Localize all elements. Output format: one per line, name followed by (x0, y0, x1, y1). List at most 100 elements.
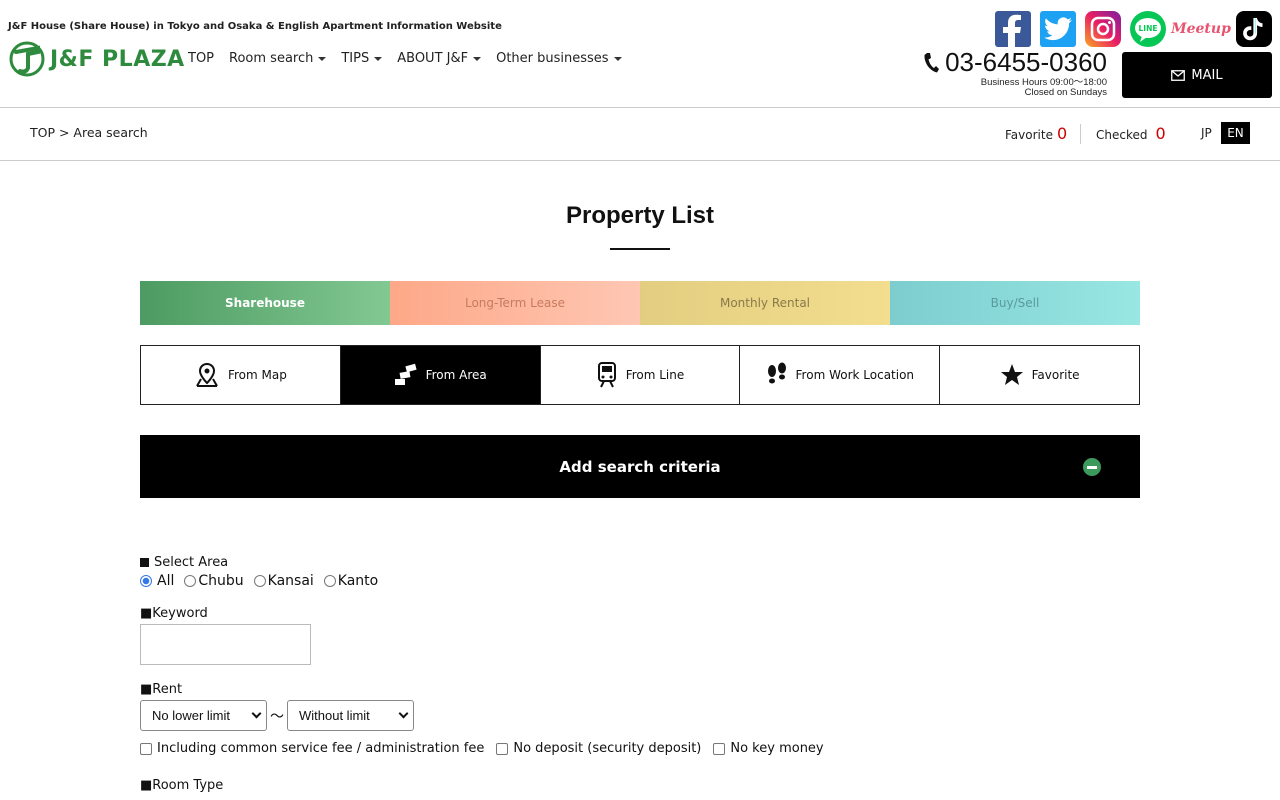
meetup-text: Meetup (1171, 21, 1231, 37)
breadcrumb[interactable]: TOP > Area search (30, 125, 148, 140)
area-blocks-icon (394, 363, 417, 385)
radio-area-all[interactable]: All (140, 573, 174, 589)
phone-number[interactable]: 03-6455-0360 (923, 47, 1107, 78)
checked-counter[interactable]: Checked 0 (1096, 124, 1166, 143)
tab-sharehouse[interactable]: Sharehouse (140, 281, 390, 325)
select-value: Without limit (299, 708, 370, 723)
nav-label: TIPS (341, 51, 370, 66)
meetup-icon[interactable]: Meetup (1171, 11, 1231, 47)
rent-min-select[interactable]: No lower limit (140, 700, 267, 731)
nav-item-top[interactable]: TOP (188, 51, 214, 66)
nav-item-other-businesses[interactable]: Other businesses (496, 51, 622, 66)
map-pin-icon (196, 362, 218, 387)
chevron-down-icon (251, 708, 262, 719)
rent-max-select[interactable]: Without limit (287, 700, 414, 731)
tab-label: From Work Location (795, 368, 915, 382)
tab-label: From Area (425, 368, 487, 382)
tab-label: From Line (625, 368, 685, 382)
radio-label: All (157, 573, 175, 589)
keyword-input[interactable] (140, 624, 311, 665)
radio-area-kanto[interactable]: Kanto (323, 573, 379, 589)
star-icon (1000, 364, 1023, 385)
lang-en-button[interactable]: EN (1221, 122, 1250, 144)
radio-area-kansai[interactable]: Kansai (253, 573, 314, 589)
phone-icon (924, 52, 940, 72)
add-search-criteria-toggle[interactable]: Add search criteria (140, 435, 1140, 498)
select-value: No lower limit (152, 708, 231, 723)
instagram-icon[interactable] (1085, 11, 1121, 47)
favorite-counter[interactable]: Favorite 0 (1005, 124, 1067, 143)
nav-item-about[interactable]: ABOUT J&F (397, 51, 482, 66)
nav-item-tips[interactable]: TIPS (341, 51, 383, 66)
favorite-count: 0 (1056, 124, 1068, 143)
area-label-text: Select Area (154, 555, 229, 570)
closed-days: Closed on Sundays (1024, 87, 1107, 98)
radio-area-chubu[interactable]: Chubu (184, 573, 244, 589)
nav-label: TOP (188, 51, 215, 66)
search-form: Select Area All Chubu Kansai Kanto ■Keyw… (140, 555, 836, 793)
criteria-label: Add search criteria (559, 457, 721, 476)
radio-label: Chubu (198, 573, 244, 589)
rent-options: Including common service fee / administr… (140, 741, 836, 756)
range-separator: ～ (270, 708, 284, 725)
logo-text: J&F PLAZA (50, 46, 185, 72)
social-links: LINE Meetup (995, 11, 1272, 47)
tab-monthly-rental[interactable]: Monthly Rental (640, 281, 890, 325)
tab-label: From Map (227, 368, 287, 382)
caret-down-icon (318, 56, 327, 61)
twitter-icon[interactable] (1040, 11, 1076, 47)
checkbox[interactable] (140, 742, 152, 755)
keyword-label: ■Keyword (140, 606, 208, 621)
sub-bar: TOP > Area search Favorite 0 Checked 0 J… (0, 107, 1280, 161)
radio-button[interactable] (323, 575, 336, 587)
title-underline (610, 248, 670, 250)
caret-down-icon (613, 56, 622, 61)
select-area-label: Select Area (140, 555, 836, 570)
check-no-deposit[interactable]: No deposit (security deposit) (496, 741, 701, 756)
checkbox[interactable] (496, 742, 509, 755)
tab-from-area[interactable]: From Area (340, 346, 541, 404)
radio-button[interactable] (140, 575, 152, 587)
tab-long-term-lease[interactable]: Long-Term Lease (390, 281, 640, 325)
tab-favorite[interactable]: Favorite (940, 346, 1139, 404)
favorite-label: Favorite (1005, 128, 1053, 142)
tiktok-icon[interactable] (1236, 11, 1272, 47)
check-include-fee[interactable]: Including common service fee / administr… (140, 741, 484, 756)
tab-buy-sell[interactable]: Buy/Sell (890, 281, 1140, 325)
room-type-label: ■Room Type (140, 778, 224, 793)
main-nav: TOP Room search TIPS ABOUT J&F Other bus… (188, 51, 637, 66)
footprints-icon (767, 362, 786, 384)
radio-label: Kansai (267, 573, 314, 589)
phone-text: 03-6455-0360 (945, 47, 1107, 77)
check-no-key-money[interactable]: No key money (713, 741, 824, 756)
site-logo[interactable]: J&F PLAZA (8, 40, 185, 78)
page-title: Property List (565, 202, 715, 229)
radio-label: Kanto (337, 573, 379, 589)
radio-button[interactable] (184, 575, 197, 587)
checked-label: Checked (1096, 128, 1148, 142)
mail-icon (1171, 69, 1186, 81)
tab-from-work-location[interactable]: From Work Location (740, 346, 941, 404)
chevron-down-icon (398, 708, 409, 719)
caret-down-icon (374, 56, 383, 61)
contact-phone: 03-6455-0360 Business Hours 09:00〜18:00 … (923, 47, 1107, 98)
tab-from-map[interactable]: From Map (141, 346, 341, 404)
tab-from-line[interactable]: From Line (541, 346, 741, 404)
mail-label: MAIL (1191, 67, 1223, 83)
checkbox[interactable] (713, 742, 726, 755)
facebook-icon[interactable] (995, 11, 1031, 47)
lang-jp-button[interactable]: JP (1201, 126, 1212, 140)
train-icon (597, 362, 616, 388)
checkbox-label: No key money (730, 741, 824, 756)
site-tagline: J&F House (Share House) in Tokyo and Osa… (8, 21, 502, 32)
rent-range: No lower limit ～ Without limit (140, 700, 836, 731)
checked-count: 0 (1155, 124, 1166, 143)
caret-down-icon (473, 56, 482, 61)
checkbox-label: Including common service fee / administr… (157, 741, 485, 756)
line-icon[interactable]: LINE (1130, 11, 1166, 47)
radio-button[interactable] (253, 575, 266, 587)
nav-item-room-search[interactable]: Room search (229, 51, 327, 66)
collapse-minus-icon[interactable] (1083, 458, 1101, 476)
mail-button[interactable]: MAIL (1122, 52, 1272, 98)
divider (1080, 124, 1081, 144)
